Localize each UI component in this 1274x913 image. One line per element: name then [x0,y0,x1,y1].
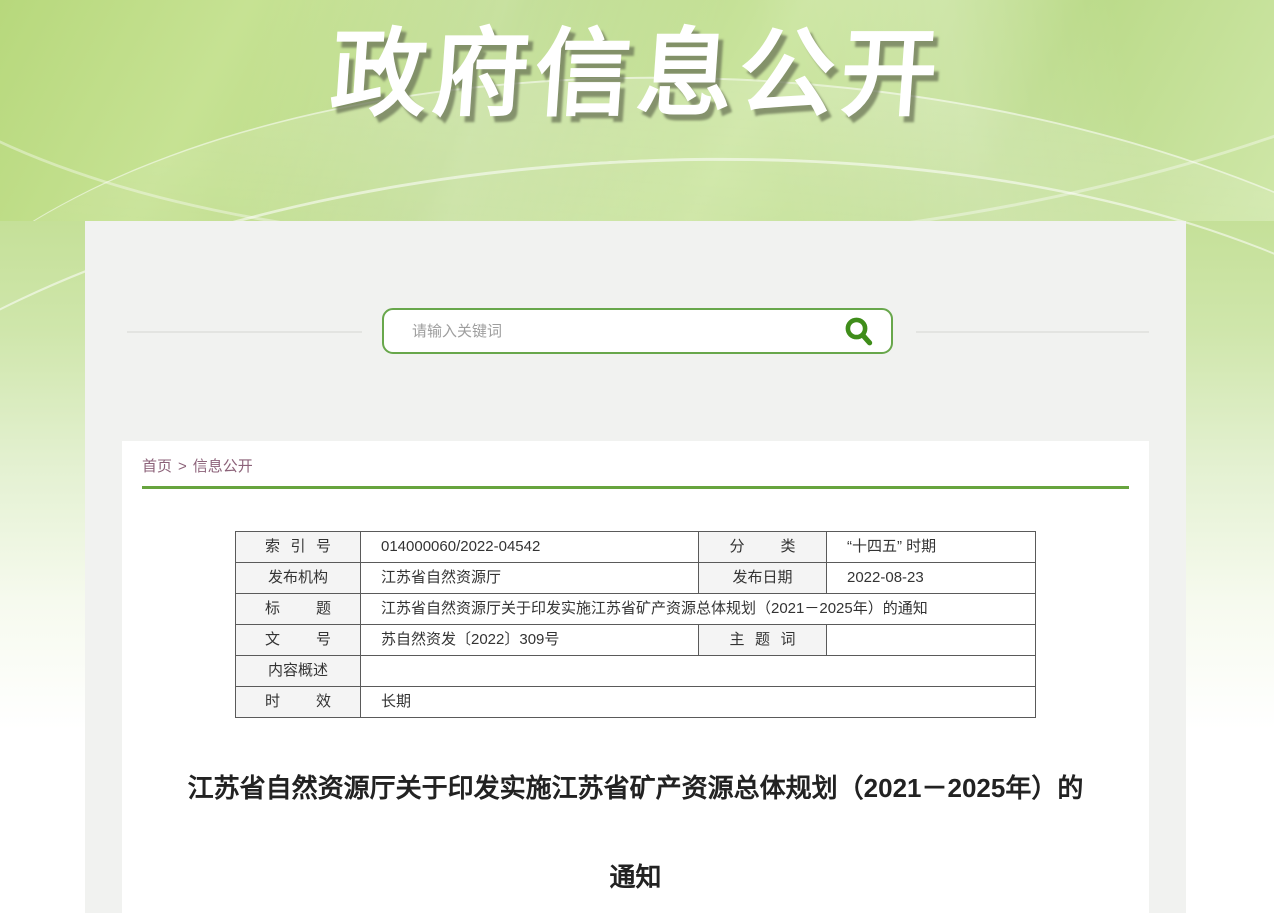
meta-label-subject: 主题词 [699,625,827,656]
meta-row-docnum-subject: 文号 苏自然资发〔2022〕309号 主题词 [236,625,1036,656]
meta-label-category: 分类 [699,532,827,563]
meta-label-summary-text: 内容概述 [268,662,328,679]
meta-label-date: 发布日期 [699,563,827,594]
banner-title: 政府信息公开 [0,12,1274,138]
meta-row-index-category: 索引号 014000060/2022-04542 分类 “十四五” 时期 [236,532,1036,563]
meta-label-index-text: 索引号 [265,532,331,562]
meta-label-index: 索引号 [236,532,361,563]
meta-label-agency: 发布机构 [236,563,361,594]
meta-value-index: 014000060/2022-04542 [361,532,699,563]
breadcrumb-home-link[interactable]: 首页 [142,458,172,475]
document-meta-table: 索引号 014000060/2022-04542 分类 “十四五” 时期 发布机… [235,531,1036,718]
breadcrumb-section-link[interactable]: 信息公开 [193,458,253,475]
meta-row-title: 标题 江苏省自然资源厅关于印发实施江苏省矿产资源总体规划（2021－2025年）… [236,594,1036,625]
search-input[interactable] [412,311,812,351]
document-title-line-1: 江苏省自然资源厅关于印发实施江苏省矿产资源总体规划（2021－2025年）的 [122,744,1149,833]
meta-label-docnum-text: 文号 [265,625,331,655]
meta-label-title: 标题 [236,594,361,625]
meta-row-summary: 内容概述 [236,656,1036,687]
search-button[interactable] [841,315,877,349]
meta-label-agency-text: 发布机构 [268,569,328,586]
meta-value-title: 江苏省自然资源厅关于印发实施江苏省矿产资源总体规划（2021－2025年）的通知 [361,594,1036,625]
meta-value-agency: 江苏省自然资源厅 [361,563,699,594]
meta-value-summary [361,656,1036,687]
meta-row-agency-date: 发布机构 江苏省自然资源厅 发布日期 2022-08-23 [236,563,1036,594]
article-container: 首页 > 信息公开 索引号 014000060/2022-04542 分类 “十四五… [122,441,1149,913]
divider-line-right [916,331,1149,333]
meta-value-validity: 长期 [361,687,1036,718]
search-icon [843,316,875,348]
meta-value-date: 2022-08-23 [827,563,1036,594]
meta-value-docnum: 苏自然资发〔2022〕309号 [361,625,699,656]
meta-label-date-text: 发布日期 [732,569,792,586]
search-box [382,308,893,354]
page: 政府信息公开 首页 > 信息公开 索引号 014000060/2022-04542 [0,0,1274,913]
meta-label-summary: 内容概述 [236,656,361,687]
meta-label-validity: 时效 [236,687,361,718]
document-title: 江苏省自然资源厅关于印发实施江苏省矿产资源总体规划（2021－2025年）的 通… [122,744,1149,913]
document-title-line-2: 通知 [122,833,1149,913]
meta-value-subject [827,625,1036,656]
meta-label-category-text: 分类 [730,532,796,562]
divider-line-left [127,331,362,333]
meta-label-validity-text: 时效 [265,687,331,717]
meta-label-docnum: 文号 [236,625,361,656]
meta-label-subject-text: 主题词 [730,625,796,655]
breadcrumb: 首页 > 信息公开 [142,441,1129,489]
meta-row-validity: 时效 长期 [236,687,1036,718]
meta-label-title-text: 标题 [265,594,331,624]
meta-value-category: “十四五” 时期 [827,532,1036,563]
breadcrumb-separator: > [178,458,187,475]
content-panel: 首页 > 信息公开 索引号 014000060/2022-04542 分类 “十四五… [85,221,1186,913]
